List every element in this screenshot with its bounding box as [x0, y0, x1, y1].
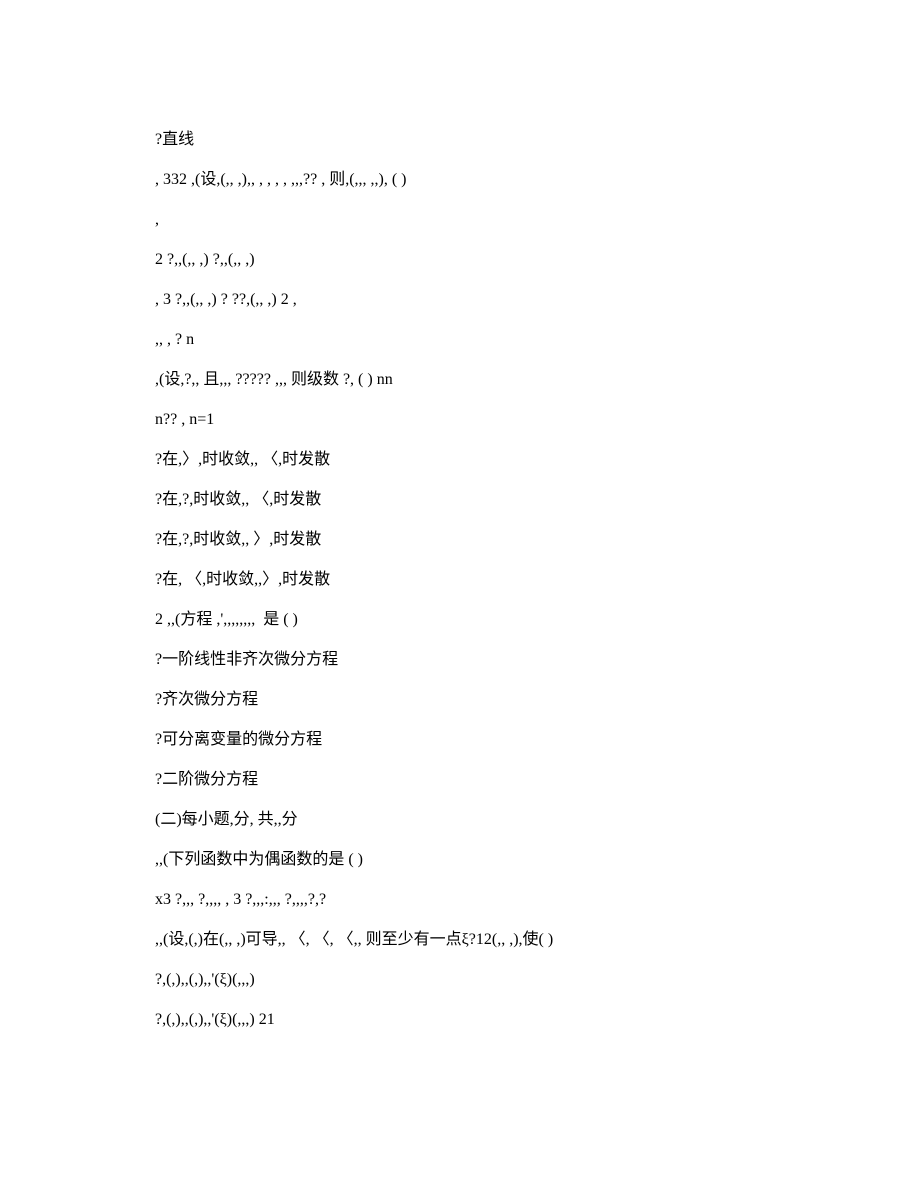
text-line: ,	[155, 200, 765, 240]
text-line: ,(设,?,, 且,,, ????? ,,, 则级数 ?, ( ) nn	[155, 360, 765, 400]
text-line: ?在,〉,时收敛,, 〈,时发散	[155, 440, 765, 480]
text-line: , 332 ,(设,(,, ,),, , , , , ,,,?? , 则,(,,…	[155, 160, 765, 200]
text-line: ,,(设,(,)在(,, ,)可导,, 〈, 〈, 〈,, 则至少有一点ξ?12…	[155, 920, 765, 960]
text-line: ?,(,),,(,),,'(ξ)(,,,) 21	[155, 1000, 765, 1040]
text-line: ?,(,),,(,),,'(ξ)(,,,)	[155, 960, 765, 1000]
document-content: ?直线, 332 ,(设,(,, ,),, , , , , ,,,?? , 则,…	[155, 120, 765, 1040]
text-line: ,, , ? n	[155, 320, 765, 360]
text-line: ?直线	[155, 120, 765, 160]
text-line: 2 ,,(方程 ,',,,,,,,, 是 ( )	[155, 600, 765, 640]
text-line: x3 ?,,, ?,,,, , 3 ?,,,:,,, ?,,,,?,?	[155, 880, 765, 920]
text-line: 2 ?,,(,, ,) ?,,(,, ,)	[155, 240, 765, 280]
text-line: ?一阶线性非齐次微分方程	[155, 640, 765, 680]
text-line: , 3 ?,,(,, ,) ? ??,(,, ,) 2 ,	[155, 280, 765, 320]
text-line: ,,(下列函数中为偶函数的是 ( )	[155, 840, 765, 880]
text-line: ?可分离变量的微分方程	[155, 720, 765, 760]
text-line: n?? , n=1	[155, 400, 765, 440]
text-line: ?在, 〈,时收敛,,〉,时发散	[155, 560, 765, 600]
text-line: ?在,?,时收敛,, 〈,时发散	[155, 480, 765, 520]
text-line: ?在,?,时收敛,, 〉,时发散	[155, 520, 765, 560]
text-line: ?齐次微分方程	[155, 680, 765, 720]
text-line: ?二阶微分方程	[155, 760, 765, 800]
text-line: (二)每小题,分, 共,,分	[155, 800, 765, 840]
